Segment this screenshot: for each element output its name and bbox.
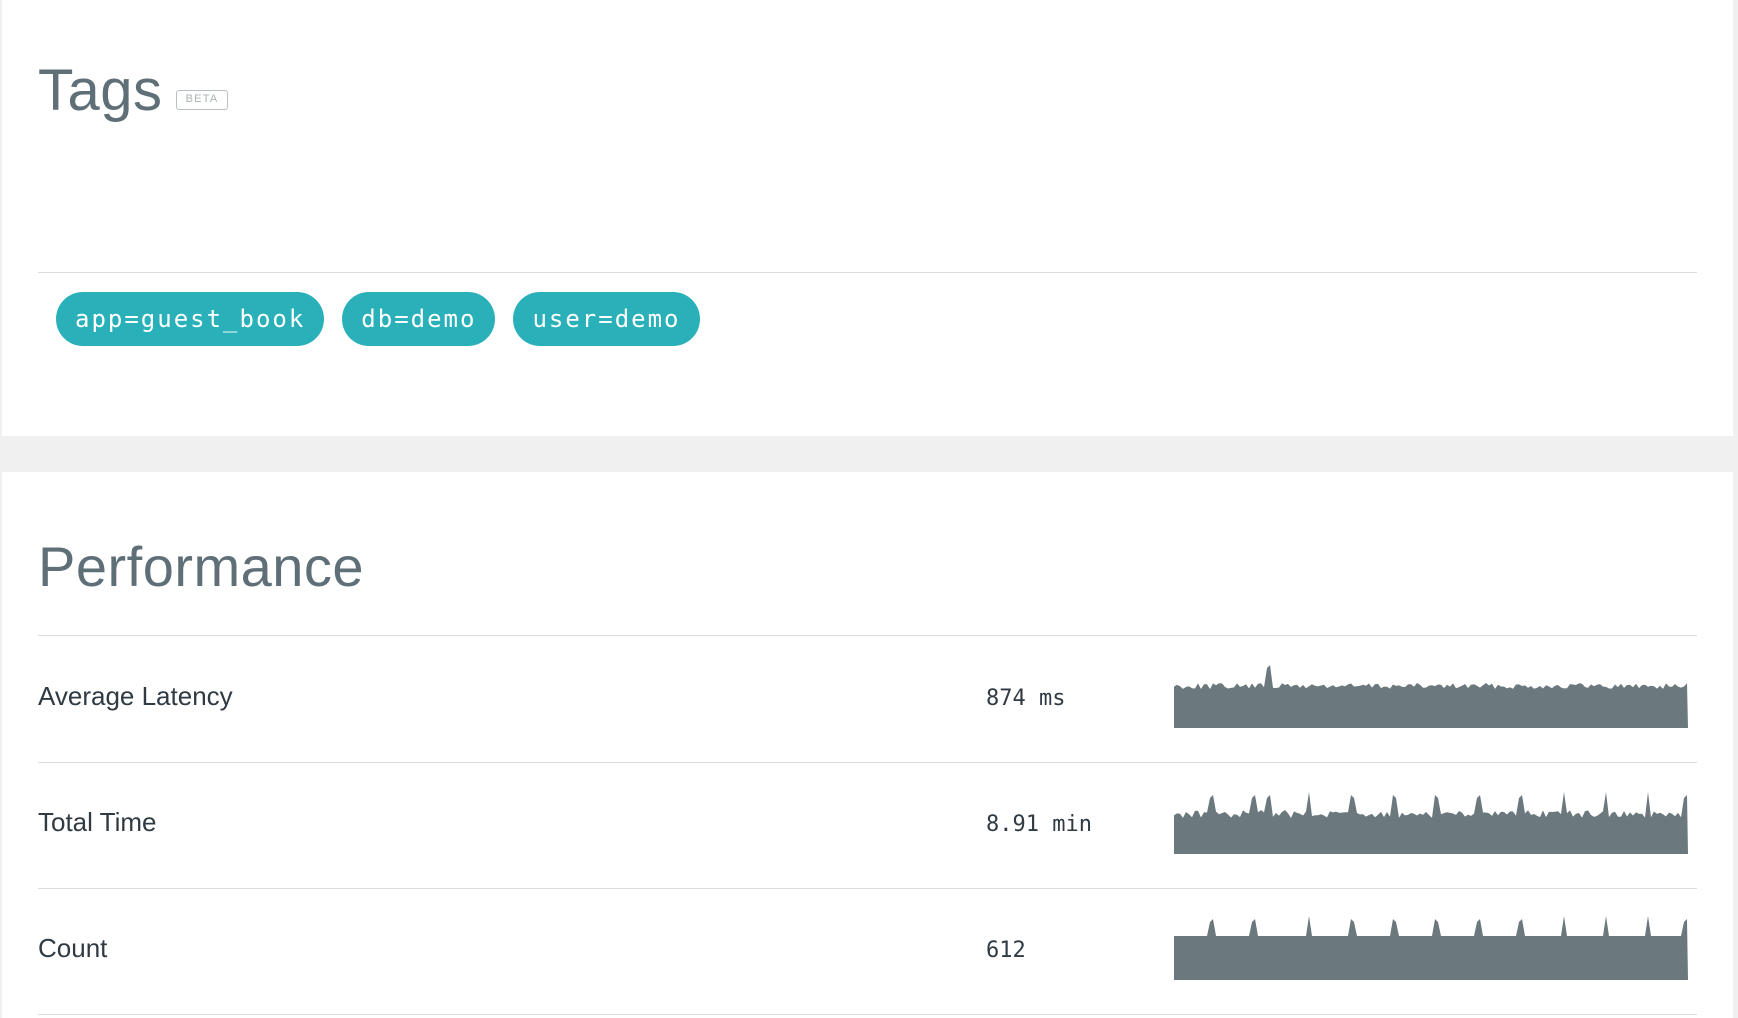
metric-name: Average Latency: [38, 681, 233, 711]
metric-name: Count: [38, 933, 108, 963]
performance-section-title: Performance: [38, 535, 365, 598]
performance-card: Performance Average Latency 874 ms Total…: [2, 472, 1733, 1018]
tags-divider: [38, 272, 1697, 273]
average-latency-sparkline: [1174, 665, 1694, 728]
metric-value: 874 ms: [986, 686, 1066, 711]
beta-badge: BETA: [176, 90, 228, 110]
total-time-sparkline: [1174, 792, 1694, 854]
metric-name: Total Time: [38, 807, 157, 837]
tag-pill[interactable]: db=demo: [342, 292, 496, 346]
tag-pill[interactable]: user=demo: [513, 292, 700, 346]
metric-row-total-time: Total Time 8.91 min: [38, 762, 1697, 888]
metric-value: 612: [986, 938, 1026, 963]
metric-value: 8.91 min: [986, 812, 1092, 837]
tags-card: Tags BETA app=guest_book db=demo user=de…: [2, 0, 1733, 436]
row-divider: [38, 1014, 1697, 1015]
total-time-sparkline-area: [1174, 792, 1694, 854]
average-latency-sparkline-area: [1174, 665, 1694, 728]
tags-section-title: Tags: [38, 58, 163, 123]
tag-pill[interactable]: app=guest_book: [56, 292, 325, 346]
count-sparkline-area: [1174, 916, 1694, 980]
metric-row-count: Count 612: [38, 888, 1697, 1014]
count-sparkline: [1174, 916, 1694, 980]
tag-list: app=guest_book db=demo user=demo: [56, 292, 700, 346]
metric-row-average-latency: Average Latency 874 ms: [38, 636, 1697, 762]
